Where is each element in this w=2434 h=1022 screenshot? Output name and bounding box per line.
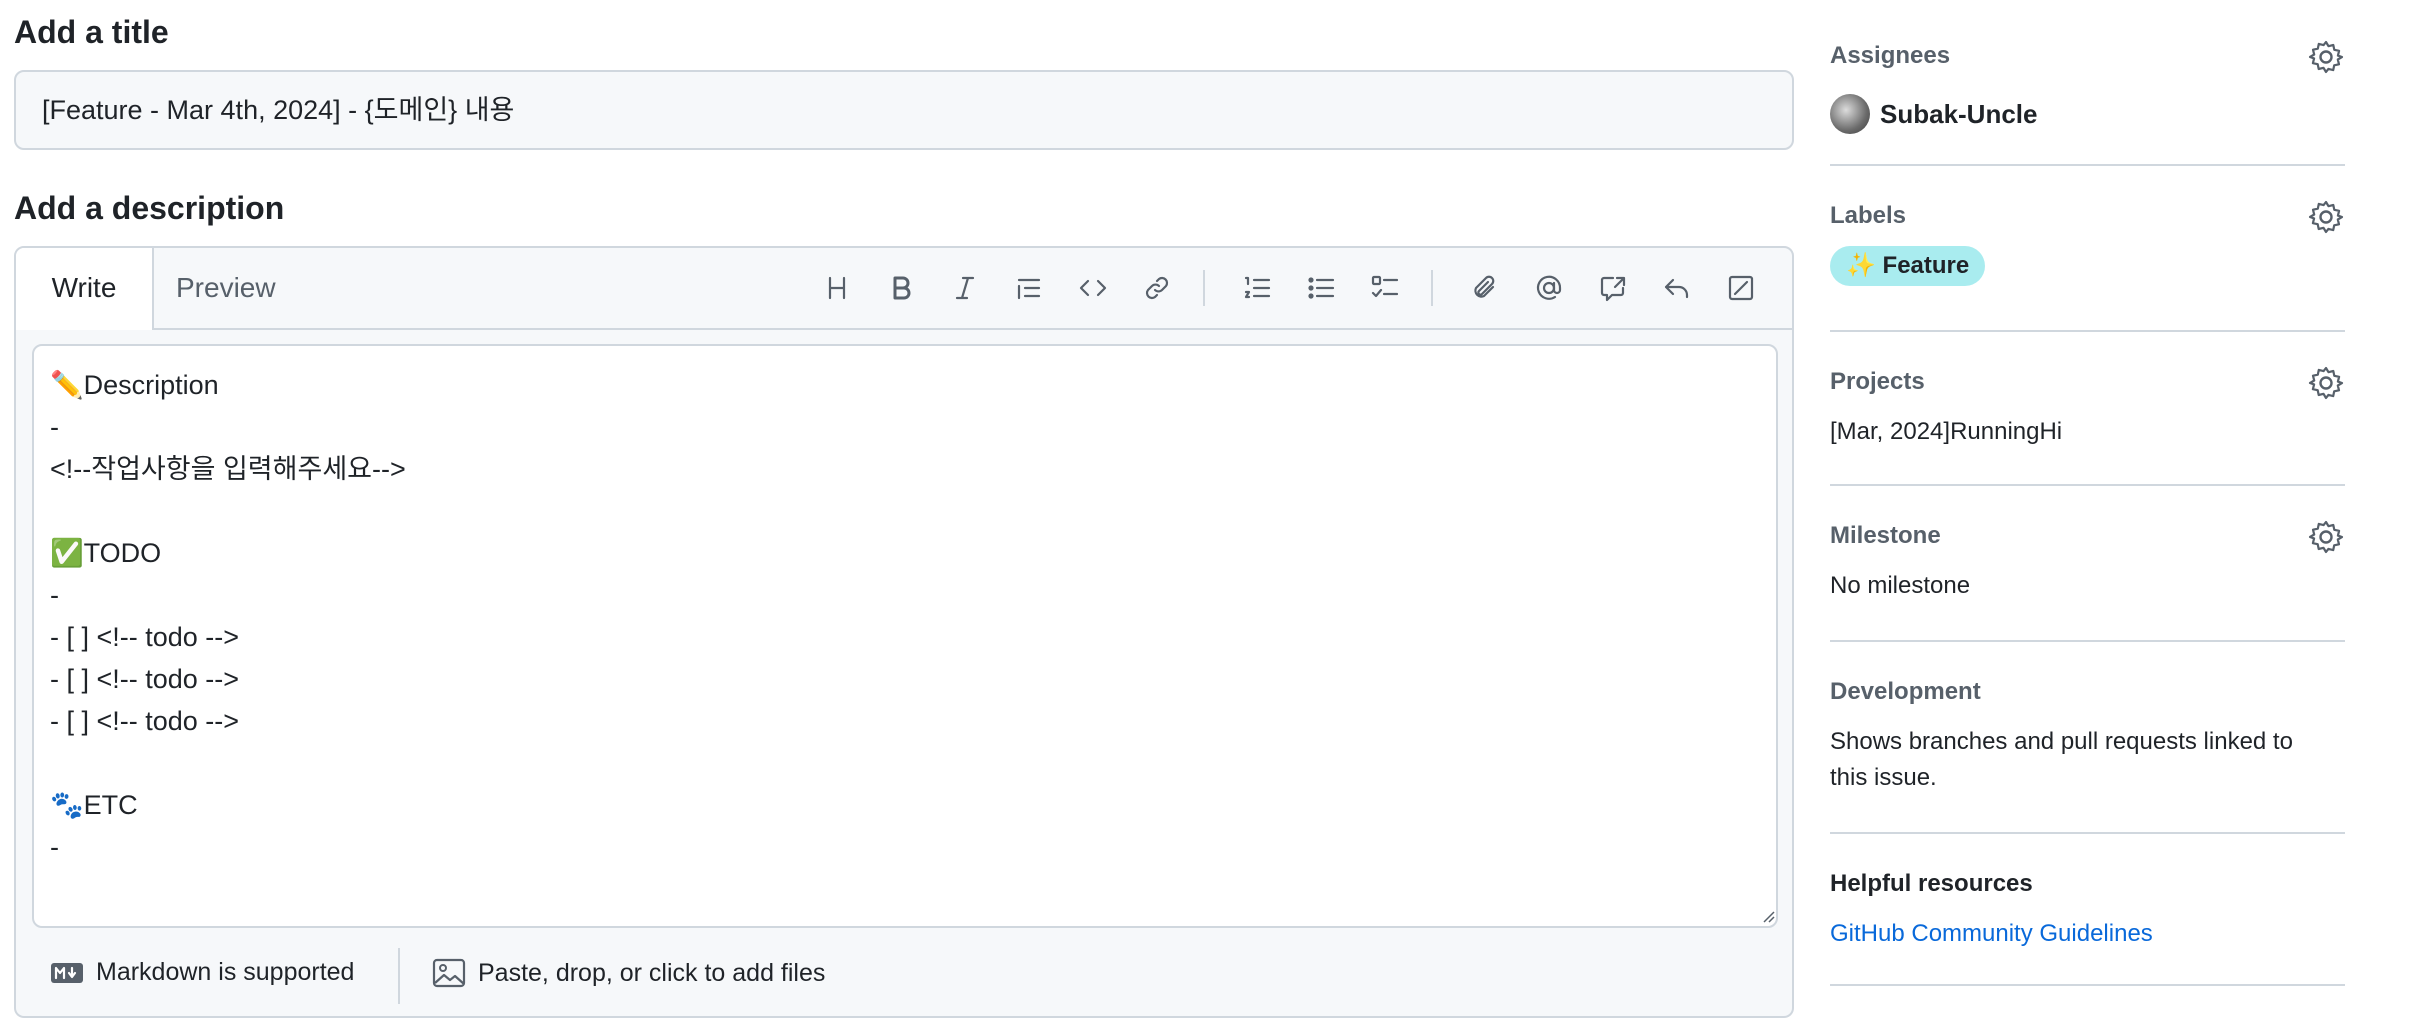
bold-icon[interactable]	[875, 262, 927, 314]
description-editor: Write Preview ✏️Description - <!--작업사항을 …	[14, 246, 1794, 1018]
editor-footer: Markdown is supported Paste, drop, or cl…	[16, 948, 1792, 1008]
labels-heading: Labels	[1830, 202, 1907, 229]
link-icon[interactable]	[1131, 262, 1183, 314]
numbered-list-icon[interactable]	[1231, 262, 1283, 314]
mention-icon[interactable]	[1523, 262, 1575, 314]
development-text: Shows branches and pull requests linked …	[1830, 728, 2293, 791]
markdown-hint[interactable]: Markdown is supported	[50, 958, 354, 987]
resources-section: Helpful resources GitHub Community Guide…	[1830, 868, 2345, 947]
italic-icon[interactable]	[939, 262, 991, 314]
description-heading: Add a description	[14, 190, 285, 226]
milestone-gear-icon[interactable]	[2307, 518, 2345, 556]
quote-icon[interactable]	[1003, 262, 1055, 314]
resources-heading: Helpful resources	[1830, 870, 2033, 897]
resize-grip-icon[interactable]	[1760, 908, 1776, 924]
sidebar-divider	[1830, 484, 2345, 486]
development-heading: Development	[1830, 678, 1981, 705]
milestone-value: No milestone	[1830, 572, 1971, 599]
attach-label: Paste, drop, or click to add files	[478, 958, 826, 987]
sidebar-divider	[1830, 330, 2345, 332]
assignees-heading: Assignees	[1830, 42, 1951, 69]
projects-gear-icon[interactable]	[2307, 364, 2345, 402]
code-icon[interactable]	[1067, 262, 1119, 314]
editor-tabbar: Write Preview	[16, 248, 1792, 330]
toolbar-divider	[1431, 270, 1433, 306]
labels-gear-icon[interactable]	[2307, 198, 2345, 236]
community-guidelines-link[interactable]: GitHub Community Guidelines	[1830, 916, 2153, 952]
assignee-name: Subak-Uncle	[1880, 98, 2038, 129]
attach-files-button[interactable]: Paste, drop, or click to add files	[432, 958, 825, 988]
projects-heading: Projects	[1830, 368, 1925, 395]
reply-icon[interactable]	[1651, 262, 1703, 314]
description-textarea[interactable]: ✏️Description - <!--작업사항을 입력해주세요--> ✅TOD…	[32, 344, 1778, 928]
image-icon	[432, 958, 466, 988]
footer-divider	[398, 948, 400, 1004]
attach-icon[interactable]	[1459, 262, 1511, 314]
fullscreen-icon[interactable]	[1715, 262, 1767, 314]
tab-preview[interactable]: Preview	[176, 248, 276, 330]
sidebar-divider	[1830, 984, 2345, 986]
markdown-icon	[51, 962, 83, 983]
milestone-heading: Milestone	[1830, 522, 1941, 549]
labels-section: Labels ✨ Feature	[1830, 200, 2345, 286]
bulleted-list-icon[interactable]	[1295, 262, 1347, 314]
sidebar-divider	[1830, 640, 2345, 642]
assignees-gear-icon[interactable]	[2307, 38, 2345, 76]
milestone-section: Milestone No milestone	[1830, 520, 2345, 599]
projects-section: Projects [Mar, 2024]RunningHi	[1830, 366, 2345, 445]
project-value[interactable]: [Mar, 2024]RunningHi	[1830, 414, 2062, 450]
sidebar-divider	[1830, 164, 2345, 166]
tab-write[interactable]: Write	[16, 248, 154, 330]
toolbar-divider	[1203, 270, 1205, 306]
task-list-icon[interactable]	[1359, 262, 1411, 314]
cross-reference-icon[interactable]	[1587, 262, 1639, 314]
assignees-section: Assignees Subak-Uncle	[1830, 40, 2345, 134]
title-input[interactable]: [Feature - Mar 4th, 2024] - {도메인} 내용	[14, 70, 1794, 150]
assignee-item[interactable]: Subak-Uncle	[1830, 94, 2038, 134]
heading-icon[interactable]	[811, 262, 863, 314]
title-heading: Add a title	[14, 14, 169, 50]
development-section: Development Shows branches and pull requ…	[1830, 676, 2345, 791]
label-feature[interactable]: ✨ Feature	[1830, 246, 1986, 286]
avatar	[1830, 94, 1870, 134]
sidebar-divider	[1830, 832, 2345, 834]
markdown-label: Markdown is supported	[96, 958, 355, 986]
